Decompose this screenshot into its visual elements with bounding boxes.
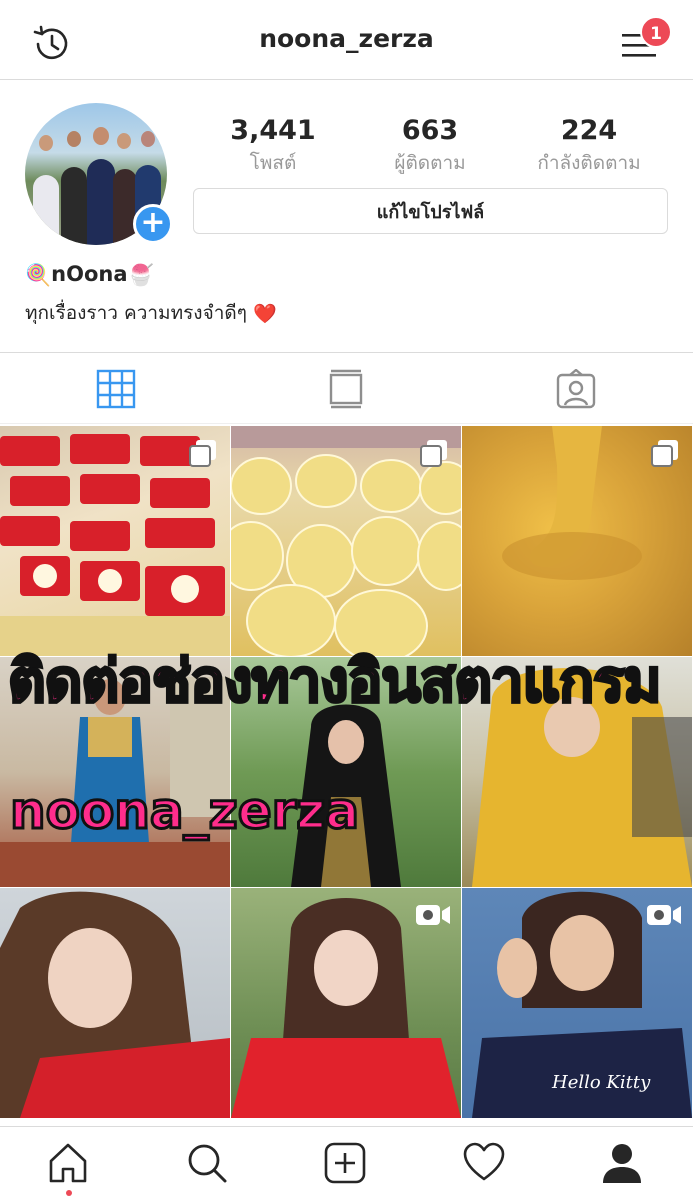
- multiple-photos-icon: [651, 440, 678, 467]
- heart-icon[interactable]: [462, 1141, 506, 1185]
- bio-text: ทุกเรื่องราว ความทรงจำดีๆ: [25, 302, 247, 324]
- posts-count[interactable]: 3,441 โพสต์: [193, 116, 353, 178]
- woman-yellow-outfit-image: [472, 668, 692, 887]
- following-count-label: กำลังติดตาม: [537, 152, 641, 174]
- profile-icon[interactable]: [600, 1141, 644, 1185]
- add-story-button[interactable]: +: [133, 204, 173, 244]
- post-thumbnail[interactable]: [0, 888, 230, 1118]
- tagged-icon[interactable]: [556, 369, 596, 409]
- post-thumbnail[interactable]: [231, 888, 461, 1118]
- profile-username-title: noona_zerza: [259, 24, 434, 53]
- multiple-photos-icon: [189, 440, 216, 467]
- post-thumbnail[interactable]: [231, 426, 461, 656]
- followers-count-value: 663: [401, 115, 459, 146]
- feed-icon[interactable]: [326, 369, 366, 409]
- post-thumbnail[interactable]: [462, 657, 692, 887]
- following-count[interactable]: 224 กำลังติดตาม: [509, 116, 669, 178]
- video-icon: [416, 905, 450, 925]
- followers-count-label: ผู้ติดตาม: [394, 152, 466, 174]
- profile-bio: ทุกเรื่องราว ความทรงจำดีๆ ❤️: [25, 298, 277, 328]
- post-thumbnail[interactable]: [0, 657, 230, 887]
- shaved-ice-emoji: 🍧: [127, 262, 154, 287]
- post-thumbnail[interactable]: [231, 657, 461, 887]
- posts-count-label: โพสต์: [249, 152, 297, 174]
- display-name-text: nOona: [51, 262, 128, 286]
- home-icon[interactable]: [46, 1141, 90, 1185]
- video-icon: [647, 905, 681, 925]
- bottom-navigation: [0, 1126, 693, 1200]
- post-thumbnail[interactable]: Hello Kitty: [462, 888, 692, 1118]
- edit-profile-button[interactable]: แก้ไขโปรไฟล์: [193, 188, 668, 234]
- woman-red-shirt-image: [0, 891, 230, 1118]
- posts-count-value: 3,441: [230, 115, 316, 146]
- woman-blue-dress-image: [0, 677, 230, 887]
- lollipop-emoji: 🍭: [25, 262, 52, 287]
- posts-grid: Hello Kitty: [0, 426, 693, 1126]
- svg-text:Hello Kitty: Hello Kitty: [551, 1072, 651, 1093]
- display-name: 🍭nOona🍧: [25, 262, 154, 288]
- followers-count[interactable]: 663 ผู้ติดตาม: [350, 116, 510, 178]
- add-post-icon[interactable]: [323, 1141, 367, 1185]
- home-active-indicator: [66, 1190, 72, 1196]
- post-thumbnail[interactable]: [0, 426, 230, 656]
- search-icon[interactable]: [185, 1141, 229, 1185]
- top-header: noona_zerza 1: [0, 0, 693, 80]
- profile-tabs: [0, 352, 693, 424]
- following-count-value: 224: [560, 115, 618, 146]
- grid-icon[interactable]: [96, 369, 136, 409]
- multiple-photos-icon: [420, 440, 447, 467]
- woman-hijab-image: [291, 704, 401, 887]
- heart-emoji: ❤️: [252, 303, 277, 325]
- notification-badge: 1: [640, 16, 672, 48]
- post-thumbnail[interactable]: [462, 426, 692, 656]
